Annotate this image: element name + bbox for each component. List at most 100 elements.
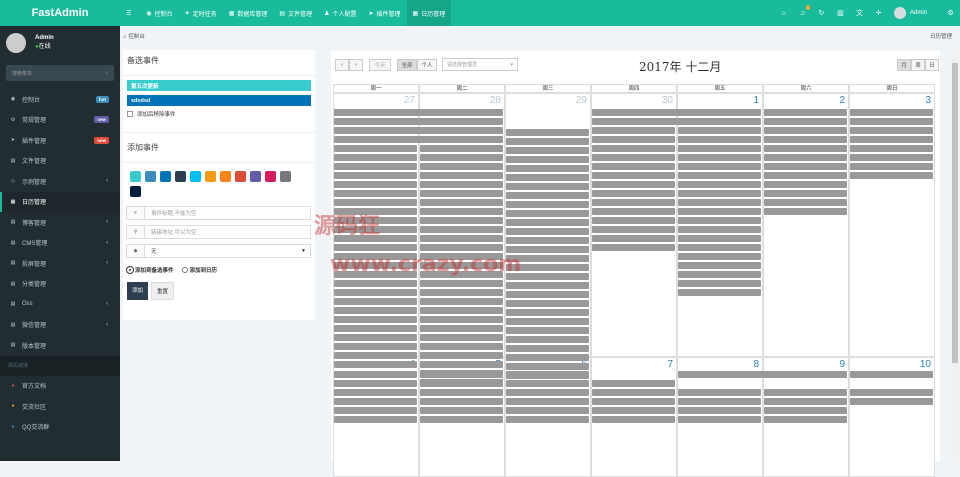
breadcrumb-home[interactable]: 控制台	[128, 34, 145, 40]
calendar-event[interactable]	[850, 109, 933, 116]
sidebar-link[interactable]: ● 交流社区	[0, 396, 120, 417]
calendar-event[interactable]	[506, 165, 589, 172]
app-logo[interactable]: FastAdmin	[0, 0, 120, 26]
calendar-event[interactable]	[850, 172, 933, 179]
calendar-event[interactable]	[592, 244, 675, 251]
calendar-event[interactable]	[506, 156, 589, 163]
calendar-event[interactable]	[850, 136, 933, 143]
calendar-event[interactable]	[420, 398, 503, 405]
sidebar-item[interactable]: ▤ 版本管理	[0, 335, 120, 356]
calendar-event[interactable]	[592, 407, 675, 414]
calendar-event[interactable]	[764, 145, 847, 152]
select-value[interactable]: 无	[145, 247, 301, 255]
calendar-event[interactable]	[506, 416, 589, 423]
event-name-field[interactable]: ≡ 事件标题,不能为空	[126, 206, 311, 220]
view-day-button[interactable]: 日	[925, 59, 939, 71]
calendar-event[interactable]	[506, 219, 589, 226]
sidebar-item[interactable]: ▤ 博客管理 ‹	[0, 212, 120, 233]
calendar-event[interactable]	[850, 371, 933, 378]
calendar-event[interactable]	[764, 190, 847, 197]
sidebar-link[interactable]: ● QQ交流群	[0, 417, 120, 438]
event-name-input[interactable]: 事件标题,不能为空	[145, 209, 310, 217]
calendar-event[interactable]	[678, 407, 761, 414]
calendar-event[interactable]	[678, 127, 761, 134]
calendar-event[interactable]	[592, 416, 675, 423]
calendar-event[interactable]	[420, 361, 503, 368]
calendar-event[interactable]	[420, 163, 503, 170]
search-input[interactable]: 搜索菜单	[12, 70, 32, 77]
calendar-event[interactable]	[334, 226, 417, 233]
calendar-event[interactable]	[592, 199, 675, 206]
calendar-event[interactable]	[334, 380, 417, 387]
calendar-event[interactable]	[592, 389, 675, 396]
calendar-event[interactable]	[420, 217, 503, 224]
calendar-event[interactable]	[420, 190, 503, 197]
sidebar-item[interactable]: ⚙ 常规管理 new	[0, 110, 120, 131]
calendar-event[interactable]	[592, 109, 761, 116]
view-week-button[interactable]: 周	[911, 59, 925, 71]
calendar-event[interactable]	[678, 199, 761, 206]
calendar-event[interactable]	[334, 352, 417, 359]
color-swatch[interactable]	[280, 171, 291, 182]
calendar-event[interactable]	[592, 127, 675, 134]
sidebar-item[interactable]: ➤ 插件管理 new	[0, 130, 120, 151]
top-username[interactable]: Admin	[910, 10, 927, 16]
calendar-event[interactable]	[506, 237, 589, 244]
add-button[interactable]: 添加	[127, 282, 149, 300]
calendar-event[interactable]	[592, 154, 675, 161]
calendar-event[interactable]	[506, 138, 589, 145]
calendar-event[interactable]	[420, 316, 503, 323]
calendar-event[interactable]	[764, 127, 847, 134]
sidebar-toggle-button[interactable]: ☰	[120, 0, 140, 26]
event-link-input[interactable]: 链接地址,可以为空	[145, 228, 310, 236]
remove-after-drop-checkbox[interactable]: 添加后移除事件	[127, 110, 311, 118]
calendar-event[interactable]	[678, 235, 761, 242]
calendar-event[interactable]	[764, 154, 847, 161]
calendar-event[interactable]	[764, 136, 847, 143]
sidebar-item[interactable]: ▤ 微信管理 ‹	[0, 315, 120, 336]
calendar-event[interactable]	[506, 282, 589, 289]
calendar-event[interactable]	[334, 325, 417, 332]
event-link-field[interactable]: ⚲ 链接地址,可以为空	[126, 225, 311, 239]
calendar-event[interactable]	[678, 154, 761, 161]
calendar-event[interactable]	[678, 416, 761, 423]
calendar-event[interactable]	[678, 280, 761, 287]
calendar-event[interactable]	[850, 127, 933, 134]
calendar-event[interactable]	[334, 154, 417, 161]
top-nav-item[interactable]: ◉ 控制台	[140, 0, 178, 26]
calendar-event[interactable]	[506, 174, 589, 181]
search-icon[interactable]: ⌕	[105, 70, 108, 76]
calendar-event[interactable]	[506, 309, 589, 316]
calendar-event[interactable]	[334, 389, 417, 396]
radio-backup[interactable]: 添加到备选事件	[127, 266, 174, 274]
calendar-event[interactable]	[850, 389, 933, 396]
calendar-event[interactable]	[420, 298, 503, 305]
calendar-event[interactable]	[334, 371, 417, 378]
color-swatch[interactable]	[130, 171, 141, 182]
calendar-event[interactable]	[334, 244, 417, 251]
calendar-event[interactable]	[334, 190, 417, 197]
calendar-event[interactable]	[334, 235, 417, 242]
calendar-event[interactable]	[678, 208, 761, 215]
calendar-event[interactable]	[506, 345, 589, 352]
calendar-event[interactable]	[764, 199, 847, 206]
calendar-event[interactable]	[420, 235, 503, 242]
home-icon[interactable]: ⌂	[774, 10, 793, 17]
calendar-event[interactable]	[678, 181, 761, 188]
color-swatch[interactable]	[205, 171, 216, 182]
calendar-event[interactable]	[850, 118, 933, 125]
top-nav-item[interactable]: ▦ 数据库管理	[223, 0, 274, 26]
sidebar-item[interactable]: ▤ 拆屏管理 ‹	[0, 253, 120, 274]
calendar-event[interactable]	[334, 416, 417, 423]
calendar-event[interactable]	[506, 363, 589, 370]
calendar-event[interactable]	[592, 181, 675, 188]
calendar-event[interactable]	[420, 289, 503, 296]
calendar-event[interactable]	[334, 181, 417, 188]
top-nav-item[interactable]: ➤ 插件管理	[362, 0, 406, 26]
calendar-event[interactable]	[764, 118, 847, 125]
calendar-event[interactable]	[506, 371, 589, 378]
calendar-event[interactable]	[506, 147, 589, 154]
calendar-event[interactable]	[334, 289, 417, 296]
calendar-event[interactable]	[764, 389, 847, 396]
calendar-event[interactable]	[592, 217, 675, 224]
